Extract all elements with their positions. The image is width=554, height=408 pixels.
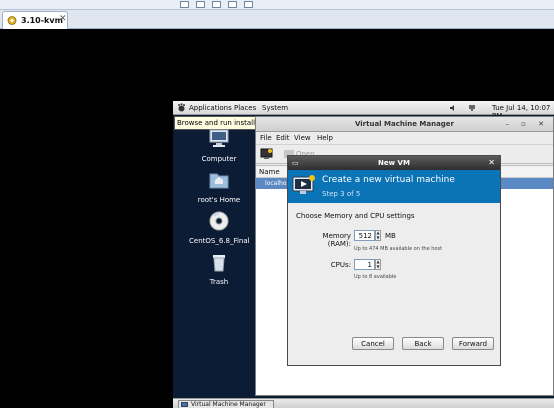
volume-icon[interactable] [449,104,457,112]
desktop-icon-label: Trash [209,278,229,286]
taskbar-item-vmm[interactable]: Virtual Machine Manager [178,400,274,408]
cpus-hint: Up to 8 available [354,274,397,280]
menu-places[interactable]: Places [234,104,256,112]
vmm-menubar: File Edit View Help [256,132,553,144]
host-toolbar [0,0,554,10]
decrement-icon[interactable]: ▼ [376,265,380,270]
dialog-step: Step 3 of 5 [322,190,361,198]
foot-icon [178,103,185,112]
memory-stepper[interactable]: ▲ ▼ [375,230,381,241]
dialog-body: Choose Memory and CPU settings Memory (R… [288,203,500,365]
vmm-titlebar[interactable]: Virtual Machine Manager – ▫ ✕ [256,117,553,132]
memory-unit: MB [385,232,396,240]
disc-icon [209,211,229,231]
toolbar-icon[interactable] [244,1,253,8]
memory-label: Memory (RAM): [322,232,351,248]
cpus-spinbox[interactable]: 1 ▲ ▼ [354,259,382,270]
desktop-icon-label: Computer [201,155,237,163]
watermark: https://blog.csdn.net/qq_41268548 [302,380,506,393]
toolbar-icon[interactable] [212,1,221,8]
tab-close-icon[interactable]: ✕ [59,14,67,24]
dialog-close-icon[interactable]: ✕ [488,156,495,170]
new-vm-dialog: ▭ New VM ✕ Create a new virtual machine … [287,155,501,366]
menu-system[interactable]: System [262,104,288,112]
desktop-icon-trash[interactable]: Trash [189,252,249,286]
trash-icon [213,255,225,272]
menu-applications[interactable]: Applications [189,104,232,112]
guest-desktop: Applications Places System Tue Jul 14, 1… [173,101,554,408]
new-vm-icon[interactable] [260,148,273,160]
menu-edit[interactable]: Edit [276,134,290,142]
cpus-label: CPUs: [330,261,351,269]
vm-monitor-icon [292,175,315,194]
forward-button[interactable]: Forward [452,337,494,350]
dialog-titlebar[interactable]: ▭ New VM ✕ [288,156,500,170]
menu-file[interactable]: File [260,134,272,142]
taskbar-item-label: Virtual Machine Manager [191,401,266,408]
desktop-icon-home[interactable]: root's Home [189,170,249,204]
back-button[interactable]: Back [402,337,444,350]
network-icon[interactable] [468,104,476,112]
toolbar-icon[interactable] [180,1,189,8]
memory-input[interactable]: 512 [354,230,375,241]
home-folder-icon [209,173,229,189]
desktop-icon-disc[interactable]: CentOS_6.8_Final [189,211,250,245]
vm-tab-icon [7,16,17,25]
dialog-heading: Create a new virtual machine [322,175,455,185]
cancel-button[interactable]: Cancel [352,337,394,350]
section-title: Choose Memory and CPU settings [296,212,415,220]
vmm-window-buttons[interactable]: – ▫ ✕ [505,117,549,132]
toolbar-icon[interactable] [228,1,237,8]
menu-view[interactable]: View [294,134,311,142]
tab-vm-console[interactable]: 3.10-kvm ✕ [2,11,68,29]
host-tab-strip: 3.10-kvm ✕ [0,10,554,29]
computer-icon [209,129,229,147]
bottom-panel: Virtual Machine Manager [173,398,554,408]
tab-title: 3.10-kvm [21,16,63,25]
top-panel: Applications Places System Tue Jul 14, 1… [173,101,554,120]
dialog-banner: Create a new virtual machine Step 3 of 5 [288,170,500,203]
memory-hint: Up to 474 MB available on the host [354,246,443,252]
desktop-icon-label: CentOS_6.8_Final [189,237,250,245]
desktop-icon-label: root's Home [197,196,241,204]
vmm-task-icon [181,402,188,407]
decrement-icon[interactable]: ▼ [376,236,380,241]
cpus-input[interactable]: 1 [354,259,375,270]
toolbar-icon[interactable] [196,1,205,8]
vmm-title: Virtual Machine Manager [354,120,455,128]
dialog-menu-icon[interactable]: ▭ [292,156,299,170]
menu-help[interactable]: Help [317,134,333,142]
dialog-title: New VM [378,159,410,167]
cpus-stepper[interactable]: ▲ ▼ [375,259,381,270]
memory-spinbox[interactable]: 512 ▲ ▼ [354,230,382,241]
desktop-icon-computer[interactable]: Computer [189,129,249,163]
